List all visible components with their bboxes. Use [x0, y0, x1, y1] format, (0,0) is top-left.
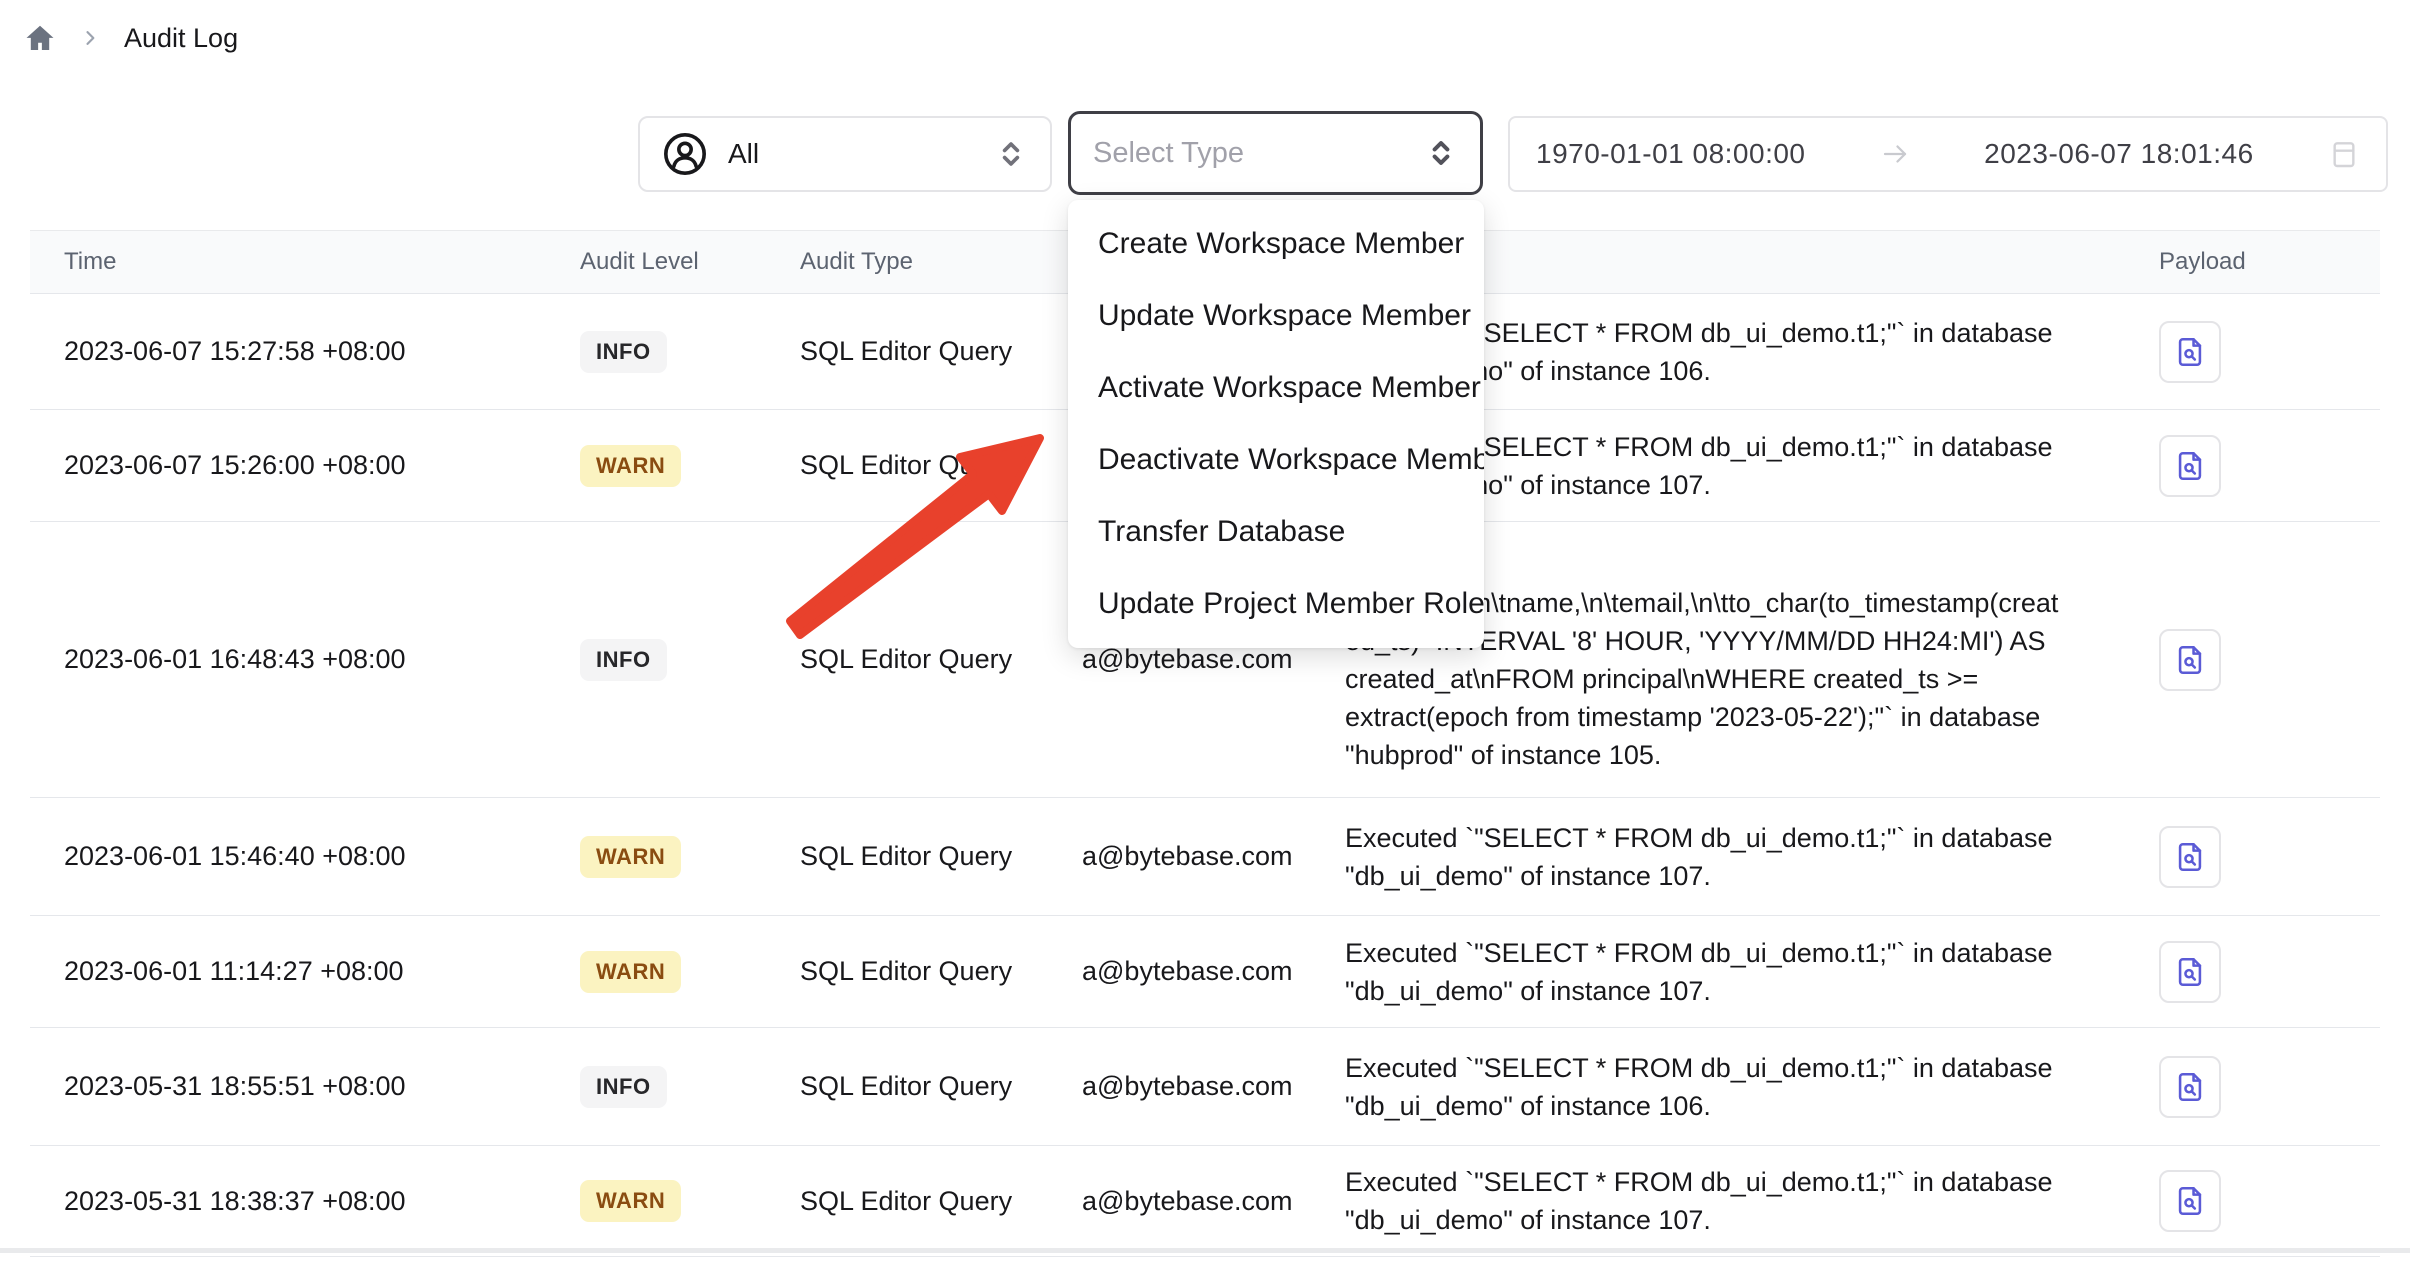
cell-actor: a@bytebase.com [1018, 1071, 1311, 1102]
chevrons-up-down-icon [994, 137, 1028, 171]
view-payload-button[interactable] [2159, 321, 2221, 383]
cell-time: 2023-06-01 16:48:43 +08:00 [30, 644, 516, 675]
actor-scope-select[interactable]: All [638, 116, 1052, 192]
date-range-picker[interactable]: 1970-01-01 08:00:00 2023-06-07 18:01:46 [1508, 116, 2388, 192]
table-row: 2023-06-01 15:46:40 +08:00 WARN SQL Edit… [30, 798, 2380, 916]
home-icon[interactable] [24, 22, 56, 54]
view-payload-button[interactable] [2159, 1056, 2221, 1118]
table-row: 2023-05-31 18:38:37 +08:00 WARN SQL Edit… [30, 1146, 2380, 1257]
cell-audit-type: SQL Editor Query [736, 841, 1018, 872]
cell-time: 2023-06-07 15:26:00 +08:00 [30, 450, 516, 481]
dropdown-option[interactable]: Create Workspace Member [1068, 208, 1484, 280]
dropdown-option[interactable]: Deactivate Workspace Member [1068, 424, 1484, 496]
view-payload-button[interactable] [2159, 826, 2221, 888]
cell-time: 2023-06-01 15:46:40 +08:00 [30, 841, 516, 872]
column-header-audit-type: Audit Type [736, 248, 1018, 276]
column-header-payload: Payload [2071, 248, 2380, 276]
dropdown-option[interactable]: Activate Workspace Member [1068, 352, 1484, 424]
next-row-divider [0, 1248, 2410, 1253]
calendar-icon[interactable] [2328, 138, 2360, 170]
arrow-right-icon [1880, 139, 1910, 169]
dropdown-option[interactable]: Transfer Database [1068, 496, 1484, 568]
cell-comment: Executed `"SELECT * FROM db_ui_demo.t1;"… [1311, 934, 2071, 1010]
cell-time: 2023-06-01 11:14:27 +08:00 [30, 956, 516, 987]
cell-audit-type: SQL Editor Query [736, 450, 1018, 481]
cell-actor: a@bytebase.com [1018, 956, 1311, 987]
cell-comment: Executed `"SELECT * FROM db_ui_demo.t1;"… [1311, 819, 2071, 895]
audit-type-placeholder: Select Type [1093, 137, 1244, 170]
cell-actor: a@bytebase.com [1018, 1186, 1311, 1217]
breadcrumb: Audit Log [24, 22, 238, 54]
cell-audit-type: SQL Editor Query [736, 1186, 1018, 1217]
cell-actor: a@bytebase.com [1018, 644, 1311, 675]
audit-log-page: Audit Log All Select Type 1970-01-01 08:… [0, 0, 2410, 1268]
user-circle-icon [662, 131, 708, 177]
column-header-time: Time [30, 248, 516, 276]
audit-type-select[interactable]: Select Type [1068, 111, 1483, 195]
audit-level-badge: WARN [580, 445, 681, 487]
actor-scope-value: All [728, 138, 759, 170]
cell-time: 2023-05-31 18:38:37 +08:00 [30, 1186, 516, 1217]
view-payload-button[interactable] [2159, 629, 2221, 691]
column-header-audit-level: Audit Level [516, 248, 736, 276]
cell-audit-type: SQL Editor Query [736, 956, 1018, 987]
audit-level-badge: WARN [580, 951, 681, 993]
cell-actor: a@bytebase.com [1018, 841, 1311, 872]
page-title: Audit Log [124, 23, 238, 54]
audit-type-dropdown-menu: Create Workspace Member Update Workspace… [1068, 200, 1484, 648]
table-row: 2023-06-01 11:14:27 +08:00 WARN SQL Edit… [30, 916, 2380, 1028]
date-range-end: 2023-06-07 18:01:46 [1984, 138, 2254, 170]
view-payload-button[interactable] [2159, 941, 2221, 1003]
chevron-right-icon [80, 28, 100, 48]
table-row: 2023-05-31 18:55:51 +08:00 INFO SQL Edit… [30, 1028, 2380, 1146]
cell-comment: Executed `"SELECT * FROM db_ui_demo.t1;"… [1311, 1163, 2071, 1239]
date-range-start: 1970-01-01 08:00:00 [1536, 138, 1806, 170]
audit-level-badge: WARN [580, 836, 681, 878]
audit-level-badge: INFO [580, 1066, 667, 1108]
cell-time: 2023-06-07 15:27:58 +08:00 [30, 336, 516, 367]
dropdown-option[interactable]: Update Project Member Role [1068, 568, 1484, 640]
audit-level-badge: WARN [580, 1180, 681, 1222]
cell-time: 2023-05-31 18:55:51 +08:00 [30, 1071, 516, 1102]
chevrons-up-down-icon [1424, 136, 1458, 170]
audit-level-badge: INFO [580, 331, 667, 373]
cell-comment: Executed `"SELECT * FROM db_ui_demo.t1;"… [1311, 1049, 2071, 1125]
cell-audit-type: SQL Editor Query [736, 336, 1018, 367]
view-payload-button[interactable] [2159, 1170, 2221, 1232]
dropdown-option[interactable]: Update Workspace Member [1068, 280, 1484, 352]
cell-audit-type: SQL Editor Query [736, 644, 1018, 675]
view-payload-button[interactable] [2159, 435, 2221, 497]
audit-level-badge: INFO [580, 639, 667, 681]
cell-audit-type: SQL Editor Query [736, 1071, 1018, 1102]
